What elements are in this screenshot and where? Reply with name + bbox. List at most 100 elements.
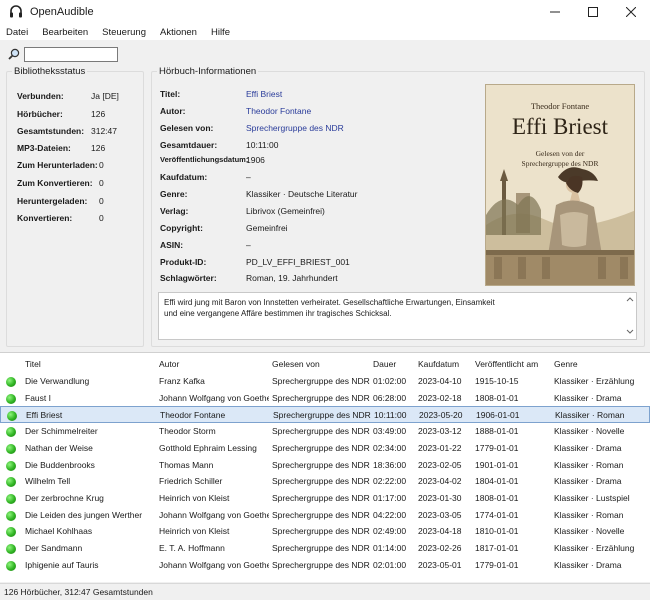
table-row[interactable]: Michael Kohlhaas Heinrich von Kleist Sprec…	[0, 523, 650, 540]
cell-title: Effi Briest	[26, 410, 63, 421]
maximize-button[interactable]	[574, 0, 612, 24]
info-value: –	[246, 172, 251, 182]
status-row-to-download: Zum Herunterladen: 0	[17, 160, 104, 170]
column-header-title[interactable]: Titel	[25, 359, 41, 369]
table-row[interactable]: Wilhelm Tell Friedrich Schiller Sprechergr…	[0, 473, 650, 490]
info-row-release-date: Veröffentlichungsdatum: 1906	[160, 155, 265, 165]
menu-aktionen[interactable]: Aktionen	[160, 27, 197, 38]
column-header-release-date[interactable]: Veröffentlicht am	[475, 359, 538, 369]
status-value: 126	[91, 109, 106, 119]
cell-narrator: Sprechergruppe des NDR	[272, 526, 370, 537]
status-row-to-convert: Zum Konvertieren: 0	[17, 178, 104, 188]
status-row-converting: Konvertieren: 0	[17, 213, 104, 223]
cell-purchase-date: 2023-05-20	[419, 410, 463, 421]
info-label: Autor:	[160, 106, 186, 116]
cell-duration: 03:49:00	[373, 426, 407, 437]
status-value: Ja [DE]	[91, 91, 119, 101]
status-value: 126	[91, 143, 106, 153]
cell-purchase-date: 2023-03-12	[418, 426, 462, 437]
info-value: 10:11:00	[246, 140, 279, 150]
cell-narrator: Sprechergruppe des NDR	[272, 426, 370, 437]
cell-genre: Klassiker · Novelle	[554, 426, 625, 437]
table-row[interactable]: Effi Briest Theodor Fontane Sprechergruppe…	[0, 406, 650, 424]
menu-steuerung[interactable]: Steuerung	[102, 27, 146, 38]
cell-duration: 02:49:00	[373, 526, 407, 537]
narrator-link[interactable]: Sprechergruppe des NDR	[246, 123, 344, 133]
cell-author: Heinrich von Kleist	[159, 526, 230, 537]
cover-image: Theodor Fontane Effi Briest Gelesen von …	[485, 84, 635, 286]
cell-duration: 02:22:00	[373, 476, 407, 487]
column-header-purchase-date[interactable]: Kaufdatum	[418, 359, 459, 369]
menu-bearbeiten[interactable]: Bearbeiten	[42, 27, 88, 38]
info-label: ASIN:	[160, 240, 184, 250]
cover-author: Theodor Fontane	[530, 101, 590, 111]
table-row[interactable]: Die Buddenbrooks Thomas Mann Sprechergrupp…	[0, 457, 650, 474]
cell-author: Franz Kafka	[159, 376, 205, 386]
cell-narrator: Sprechergruppe des NDR	[272, 543, 370, 553]
cell-release-date: 1804-01-01	[475, 476, 519, 487]
cell-release-date: 1810-01-01	[475, 526, 519, 537]
cell-author: Friedrich Schiller	[159, 476, 223, 487]
cell-genre: Klassiker · Roman	[554, 509, 624, 520]
table-row[interactable]: Nathan der Weise Gotthold Ephraim Lessing…	[0, 440, 650, 457]
cell-title: Iphigenie auf Tauris	[25, 559, 99, 570]
cell-author: Johann Wolfgang von Goethe	[159, 509, 269, 520]
info-row-narrator: Gelesen von: Sprechergruppe des NDR	[160, 123, 344, 133]
table-row[interactable]: Die Leiden des jungen Werther Johann Wolf…	[0, 507, 650, 524]
status-dot-icon	[6, 560, 16, 571]
author-link[interactable]: Theodor Fontane	[246, 106, 311, 116]
title-link[interactable]: Effi Briest	[246, 89, 282, 99]
info-value: PD_LV_EFFI_BRIEST_001	[246, 257, 350, 267]
menu-hilfe[interactable]: Hilfe	[211, 27, 230, 38]
table-row[interactable]: Der Schimmelreiter Theodor Storm Sprecherg…	[0, 423, 650, 440]
menu-datei[interactable]: Datei	[6, 27, 28, 38]
minimize-button[interactable]	[536, 0, 574, 24]
table-row[interactable]: Der Sandmann E. T. A. Hoffmann Sprechergru…	[0, 540, 650, 557]
status-label: Zum Herunterladen:	[17, 160, 98, 170]
table-row[interactable]: Iphigenie auf Tauris Johann Wolfgang von …	[0, 557, 650, 574]
library-status-panel: Bibliotheksstatus Verbunden: Ja [DE] Hör…	[6, 66, 144, 347]
column-header-author[interactable]: Autor	[159, 359, 179, 369]
cell-genre: Klassiker · Roman	[554, 459, 624, 470]
close-button[interactable]	[612, 0, 650, 24]
cell-narrator: Sprechergruppe des NDR	[272, 459, 370, 470]
cell-title: Der Schimmelreiter	[25, 426, 98, 437]
cover-title: Effi Briest	[511, 114, 609, 139]
cell-purchase-date: 2023-02-26	[418, 543, 462, 553]
cell-title: Nathan der Weise	[25, 442, 93, 453]
cell-genre: Klassiker · Erzählung	[554, 543, 635, 553]
scroll-down-icon[interactable]	[624, 327, 636, 337]
info-row-genre: Genre: Klassiker · Deutsche Literatur	[160, 189, 358, 199]
info-value: –	[246, 240, 251, 250]
status-value: 0	[99, 160, 104, 170]
column-header-duration[interactable]: Dauer	[373, 359, 396, 369]
info-label: Verlag:	[160, 206, 189, 216]
table-row[interactable]: Die Verwandlung Franz Kafka Sprechergruppe…	[0, 373, 650, 390]
cell-author: Heinrich von Kleist	[159, 492, 230, 503]
table-row[interactable]: Faust I Johann Wolfgang von Goethe Spreche…	[0, 390, 650, 407]
minimize-icon	[550, 11, 560, 13]
search-input[interactable]	[24, 46, 118, 62]
description-box[interactable]: Effi wird jung mit Baron von Innstetten …	[158, 292, 637, 340]
column-header-narrator[interactable]: Gelesen von	[272, 359, 320, 369]
info-label: Schlagwörter:	[160, 273, 217, 283]
cell-author: E. T. A. Hoffmann	[159, 543, 225, 553]
status-value: 312:47	[91, 126, 117, 136]
info-label: Kaufdatum:	[160, 172, 208, 182]
cell-purchase-date: 2023-03-05	[418, 509, 462, 520]
info-row-author: Autor: Theodor Fontane	[160, 106, 311, 116]
column-header-genre[interactable]: Genre	[554, 359, 578, 369]
cell-release-date: 1888-01-01	[475, 426, 519, 437]
cell-genre: Klassiker · Drama	[554, 559, 622, 570]
search-icon[interactable]	[8, 48, 20, 60]
scroll-up-icon[interactable]	[624, 295, 636, 305]
cell-genre: Klassiker · Drama	[554, 476, 622, 487]
table-row[interactable]: Der zerbrochne Krug Heinrich von Kleist Sp…	[0, 490, 650, 507]
cell-genre: Klassiker · Drama	[554, 442, 622, 453]
info-value: Gemeinfrei	[246, 223, 288, 233]
status-dot-icon	[6, 427, 16, 438]
cell-title: Der zerbrochne Krug	[25, 492, 104, 503]
cell-genre: Klassiker · Roman	[555, 410, 625, 421]
cell-title: Der Sandmann	[25, 543, 83, 553]
description-scrollbar[interactable]	[624, 293, 636, 339]
